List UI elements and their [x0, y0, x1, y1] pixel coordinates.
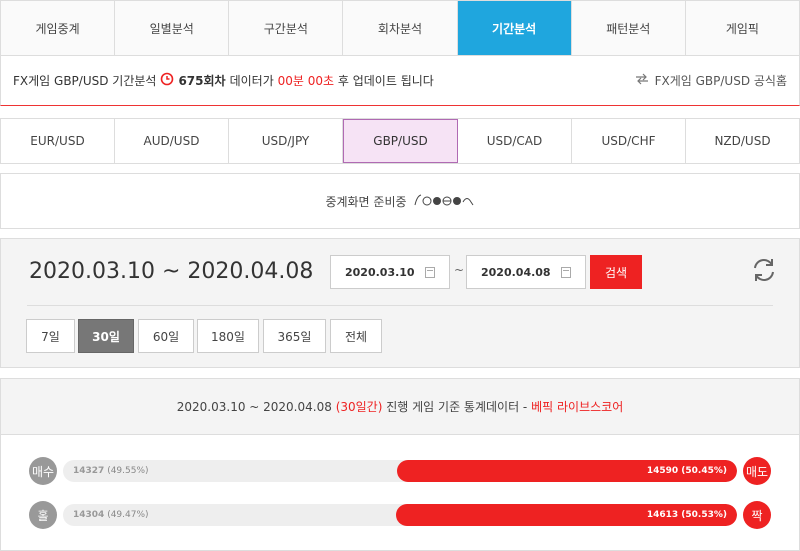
- search-button[interactable]: 검색: [590, 255, 642, 289]
- relay-screen-panel: 중계화면 준비중: [0, 173, 800, 229]
- ratio-track: 14304 (49.47%) 14613 (50.53%): [63, 504, 737, 526]
- round-number: 675회차: [178, 74, 226, 88]
- end-date-input[interactable]: 2020.04.08: [466, 255, 586, 289]
- tab-round-analysis[interactable]: 회차분석: [343, 1, 458, 55]
- info-prefix: FX게임 GBP/USD 기간분석: [13, 74, 157, 88]
- loading-emoticons-icon: [413, 193, 475, 210]
- pair-eur-usd[interactable]: EUR/USD: [1, 119, 115, 163]
- pair-usd-chf[interactable]: USD/CHF: [572, 119, 686, 163]
- update-info-bar: FX게임 GBP/USD 기간분석 675회차 데이터가 00분 00초 후 업…: [0, 56, 800, 106]
- period-180-days[interactable]: 180일: [197, 319, 259, 353]
- period-365-days[interactable]: 365일: [263, 319, 326, 353]
- period-30-days[interactable]: 30일: [78, 319, 134, 353]
- tab-period-analysis[interactable]: 기간분석: [457, 1, 572, 55]
- stats-brand: 베픽 라이브스코어: [531, 400, 624, 414]
- official-home-link[interactable]: FX게임 GBP/USD 공식홈: [635, 72, 787, 89]
- period-all[interactable]: 전체: [330, 319, 382, 353]
- even-count: 14613 (50.53%): [646, 510, 727, 520]
- selected-range-title: 2020.03.10 ~ 2020.04.08: [29, 259, 314, 284]
- buy-sell-stat-row: 매수 14327 (49.55%) 14590 (50.45%) 매도: [29, 457, 771, 485]
- tab-game-relay[interactable]: 게임중계: [1, 1, 116, 55]
- clock-icon: [160, 72, 174, 89]
- pair-usd-jpy[interactable]: USD/JPY: [229, 119, 343, 163]
- stats-range: 2020.03.10 ~ 2020.04.08: [176, 399, 332, 414]
- sell-badge: 매도: [743, 457, 771, 485]
- start-date-input[interactable]: 2020.03.10: [330, 255, 450, 289]
- odd-count: 14304 (49.47%): [73, 510, 149, 520]
- ratio-track: 14327 (49.55%) 14590 (50.45%): [63, 460, 737, 482]
- countdown-time: 00분 00초: [277, 74, 335, 88]
- currency-pair-tabs: EUR/USD AUD/USD USD/JPY GBP/USD USD/CAD …: [0, 118, 800, 164]
- period-7-days[interactable]: 7일: [26, 319, 75, 353]
- pair-gbp-usd[interactable]: GBP/USD: [343, 119, 458, 163]
- panel-divider: [27, 305, 773, 306]
- tab-daily-analysis[interactable]: 일별분석: [115, 1, 230, 55]
- start-date-value: 2020.03.10: [345, 265, 415, 279]
- buy-badge: 매수: [29, 457, 57, 485]
- statistics-header: 2020.03.10 ~ 2020.04.08 (30일간) 진행 게임 기준 …: [1, 379, 799, 435]
- period-60-days[interactable]: 60일: [138, 319, 194, 353]
- official-home-label: FX게임 GBP/USD 공식홈: [654, 74, 787, 88]
- tab-pattern-analysis[interactable]: 패턴분석: [572, 1, 686, 55]
- info-suffix: 후 업데이트 됩니다: [337, 74, 434, 88]
- buy-count: 14327 (49.55%): [73, 466, 149, 476]
- pair-usd-cad[interactable]: USD/CAD: [458, 119, 572, 163]
- end-date-value: 2020.04.08: [481, 265, 551, 279]
- pair-nzd-usd[interactable]: NZD/USD: [686, 119, 799, 163]
- transfer-arrows-icon: [635, 73, 649, 88]
- stats-days: (30일간): [335, 400, 383, 414]
- statistics-panel: 2020.03.10 ~ 2020.04.08 (30일간) 진행 게임 기준 …: [0, 378, 800, 551]
- refresh-icon[interactable]: [750, 256, 778, 284]
- period-search-panel: 2020.03.10 ~ 2020.04.08 2020.03.10 ~ 202…: [0, 238, 800, 368]
- calendar-icon: [425, 266, 435, 278]
- odd-badge: 홀: [29, 501, 57, 529]
- calendar-icon: [561, 266, 571, 278]
- tab-section-analysis[interactable]: 구간분석: [229, 1, 344, 55]
- odd-even-stat-row: 홀 14304 (49.47%) 14613 (50.53%) 짝: [29, 501, 771, 529]
- sell-count: 14590 (50.45%): [646, 466, 727, 476]
- stats-desc: 진행 게임 기준 통계데이터 -: [386, 400, 528, 414]
- pair-aud-usd[interactable]: AUD/USD: [115, 119, 229, 163]
- info-middle: 데이터가: [229, 74, 274, 88]
- even-badge: 짝: [743, 501, 771, 529]
- relay-status-text: 중계화면 준비중: [325, 194, 407, 209]
- main-tabs: 게임중계 일별분석 구간분석 회차분석 기간분석 패턴분석 게임픽: [0, 0, 800, 56]
- date-separator: ~: [454, 263, 465, 277]
- tab-game-pick[interactable]: 게임픽: [686, 1, 799, 55]
